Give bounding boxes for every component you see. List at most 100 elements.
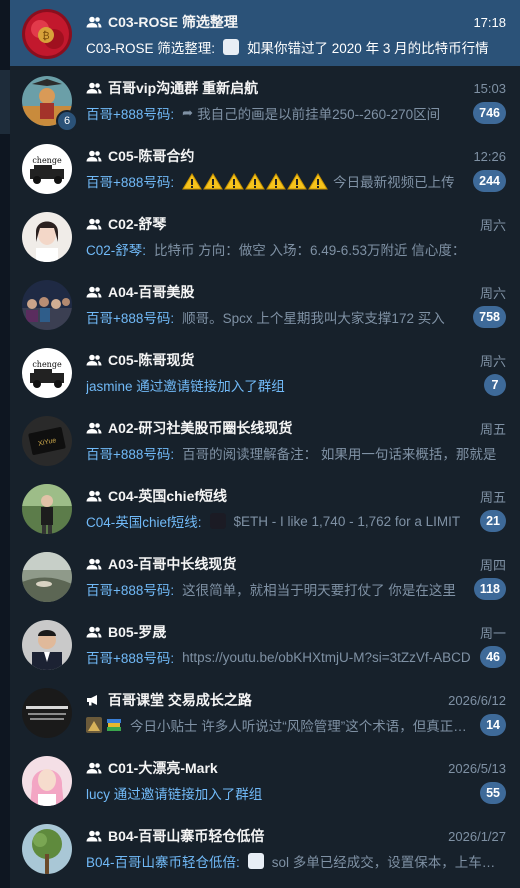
chat-title: C04-英国chief短线 — [108, 488, 228, 504]
group-icon — [86, 354, 102, 366]
chat-time: 17:18 — [473, 14, 506, 30]
avatar: chenge — [22, 348, 72, 398]
chat-sender: C04-英国chief短线: — [86, 515, 202, 530]
chat-preview: 百哥的阅读理解备注： 如果用一句话来概括，那就是 — [182, 447, 497, 462]
chat-title: A03-百哥中长线现货 — [108, 556, 237, 572]
chat-title: C02-舒琴 — [108, 216, 167, 232]
chat-row[interactable]: chenge C05-陈哥合约 12:26 百哥+888号码: 今日最新视频已上传… — [10, 134, 520, 202]
unread-badge: 244 — [473, 170, 506, 192]
chat-title: C05-陈哥现货 — [108, 352, 195, 368]
chat-row[interactable]: 6 百哥vip沟通群 重新启航 15:03 百哥+888号码: ➦ 我自己的画是以前挂… — [10, 66, 520, 134]
chat-time: 周五 — [479, 489, 506, 505]
group-icon — [86, 626, 102, 638]
avatar — [22, 620, 72, 670]
chat-preview: sol 多单已经成交，设置保本，上车的朋友 — [271, 855, 506, 870]
unread-badge: 55 — [480, 782, 506, 804]
scroll-indicator[interactable] — [0, 70, 10, 134]
avatar — [22, 280, 72, 330]
unread-badge: 21 — [480, 510, 506, 532]
chat-preview: 比特币 方向：做空 入场：6.49-6.53万附近 信心度： — [154, 243, 466, 258]
chat-time: 周六 — [479, 285, 506, 301]
avatar — [22, 484, 72, 534]
chat-time: 12:26 — [473, 148, 506, 164]
avatar: XiYue — [22, 416, 72, 466]
chat-row[interactable]: chenge C05-陈哥现货 周六 jasmine 通过邀请链接加入了群组 7 — [10, 338, 520, 406]
chat-sender: C03-ROSE 筛选整理: — [86, 41, 216, 56]
chat-preview: 这很简单，就相当于明天要打仗了 你是在这里 — [182, 583, 456, 598]
chat-time: 周六 — [479, 353, 506, 369]
chat-title: A02-研习社美股币圈长线现货 — [108, 420, 293, 436]
chat-title: A04-百哥美股 — [108, 284, 195, 300]
avatar — [22, 756, 72, 806]
avatar-count-badge: 6 — [56, 110, 78, 132]
chat-sender: B04-百哥山寨币轻仓低倍: — [86, 855, 240, 870]
svg-text:chenge: chenge — [32, 360, 62, 369]
avatar — [22, 688, 72, 738]
left-panel-strip — [0, 0, 10, 888]
warning-icon — [308, 172, 329, 189]
chat-sender: 百哥+888号码: — [86, 583, 175, 598]
group-icon — [86, 150, 102, 162]
chat-sender: 百哥+888号码: — [86, 447, 175, 462]
chat-row[interactable]: C01-大漂亮-Mark 2026/5/13 lucy 通过邀请链接加入了群组 55 — [10, 746, 520, 814]
warning-icon — [182, 172, 203, 189]
svg-text:chenge: chenge — [32, 156, 62, 165]
chat-preview: $ETH - I like 1,740 - 1,762 for a LIMIT — [233, 513, 461, 529]
group-icon — [86, 762, 102, 774]
chat-row[interactable]: 百哥课堂 交易成长之路 2026/6/12 今日小贴士 许多人听说过“风险管理”这… — [10, 678, 520, 746]
chat-preview: 顺哥。Spcx 上个星期我叫大家支撑172 买入 — [182, 311, 445, 326]
avatar — [22, 212, 72, 262]
chat-list: ₿ C03-ROSE 筛选整理 17:18 C03-ROSE 筛选整理: 如果你错过… — [10, 0, 520, 882]
avatar: ₿ — [22, 9, 72, 59]
avatar — [22, 552, 72, 602]
chat-row[interactable]: A04-百哥美股 周六 百哥+888号码: 顺哥。Spcx 上个星期我叫大家支撑17… — [10, 270, 520, 338]
chat-title: 百哥课堂 交易成长之路 — [108, 692, 252, 708]
chat-row[interactable]: B05-罗晟 周一 百哥+888号码: https://youtu.be/obKHX… — [10, 610, 520, 678]
media-thumbnail — [247, 853, 264, 869]
chat-preview: jasmine 通过邀请链接加入了群组 — [86, 379, 285, 394]
chat-time: 周四 — [479, 557, 506, 573]
group-icon — [86, 490, 102, 502]
avatar — [22, 824, 72, 874]
group-icon — [86, 286, 102, 298]
chat-preview: 如果你错过了 2020 年 3 月的比特币行情 — [247, 41, 489, 56]
chat-preview: 今日最新视频已上传 — [333, 175, 455, 190]
warning-icon — [203, 172, 224, 189]
group-icon — [86, 830, 102, 842]
chat-title: B04-百哥山寨币轻仓低倍 — [108, 828, 265, 844]
chat-preview: https://youtu.be/obKHXtmjU-M?si=3tZzVf-A… — [182, 649, 471, 665]
warning-icon — [287, 172, 308, 189]
group-icon — [86, 218, 102, 230]
chat-time: 15:03 — [473, 80, 506, 96]
chat-row[interactable]: ₿ C03-ROSE 筛选整理 17:18 C03-ROSE 筛选整理: 如果你错过… — [10, 0, 520, 66]
chat-row[interactable]: A03-百哥中长线现货 周四 百哥+888号码: 这很简单，就相当于明天要打仗了 你… — [10, 542, 520, 610]
chat-sender: 百哥+888号码: — [86, 651, 175, 666]
image-thumbnail-icon — [86, 717, 102, 733]
books-icon — [107, 719, 121, 731]
unread-badge: 758 — [473, 306, 506, 328]
channel-icon — [87, 695, 97, 706]
warning-icon — [224, 172, 245, 189]
chat-sender: 百哥+888号码: — [86, 175, 175, 190]
chat-row[interactable]: B04-百哥山寨币轻仓低倍 2026/1/27 B04-百哥山寨币轻仓低倍: sol… — [10, 814, 520, 882]
group-icon — [86, 16, 102, 28]
warning-emoji-group — [182, 172, 329, 190]
chat-time: 2026/1/27 — [448, 828, 506, 844]
chat-time: 2026/6/12 — [448, 692, 506, 708]
chat-preview: lucy 通过邀请链接加入了群组 — [86, 787, 263, 802]
group-icon — [86, 82, 102, 94]
media-thumbnail — [209, 513, 226, 529]
chat-preview: 今日小贴士 许多人听说过“风险管理”这个术语，但真正理解 — [130, 719, 473, 734]
chat-row[interactable]: XiYue A02-研习社美股币圈长线现货 周五 百哥+888号码: 百哥的阅读理解… — [10, 406, 520, 474]
chat-title: B05-罗晟 — [108, 624, 167, 640]
chat-preview: 我自己的画是以前挂单250--260-270区间 — [197, 107, 441, 122]
warning-icon — [266, 172, 287, 189]
chat-title: C05-陈哥合约 — [108, 148, 195, 164]
chat-title: C01-大漂亮-Mark — [108, 760, 218, 776]
group-icon — [86, 422, 102, 434]
unread-badge: 46 — [480, 646, 506, 668]
chat-row[interactable]: C04-英国chief短线 周五 C04-英国chief短线: $ETH - I l… — [10, 474, 520, 542]
avatar: chenge — [22, 144, 72, 194]
chat-time: 周五 — [479, 421, 506, 437]
chat-row[interactable]: C02-舒琴 周六 C02-舒琴: 比特币 方向：做空 入场：6.49-6.53万附… — [10, 202, 520, 270]
